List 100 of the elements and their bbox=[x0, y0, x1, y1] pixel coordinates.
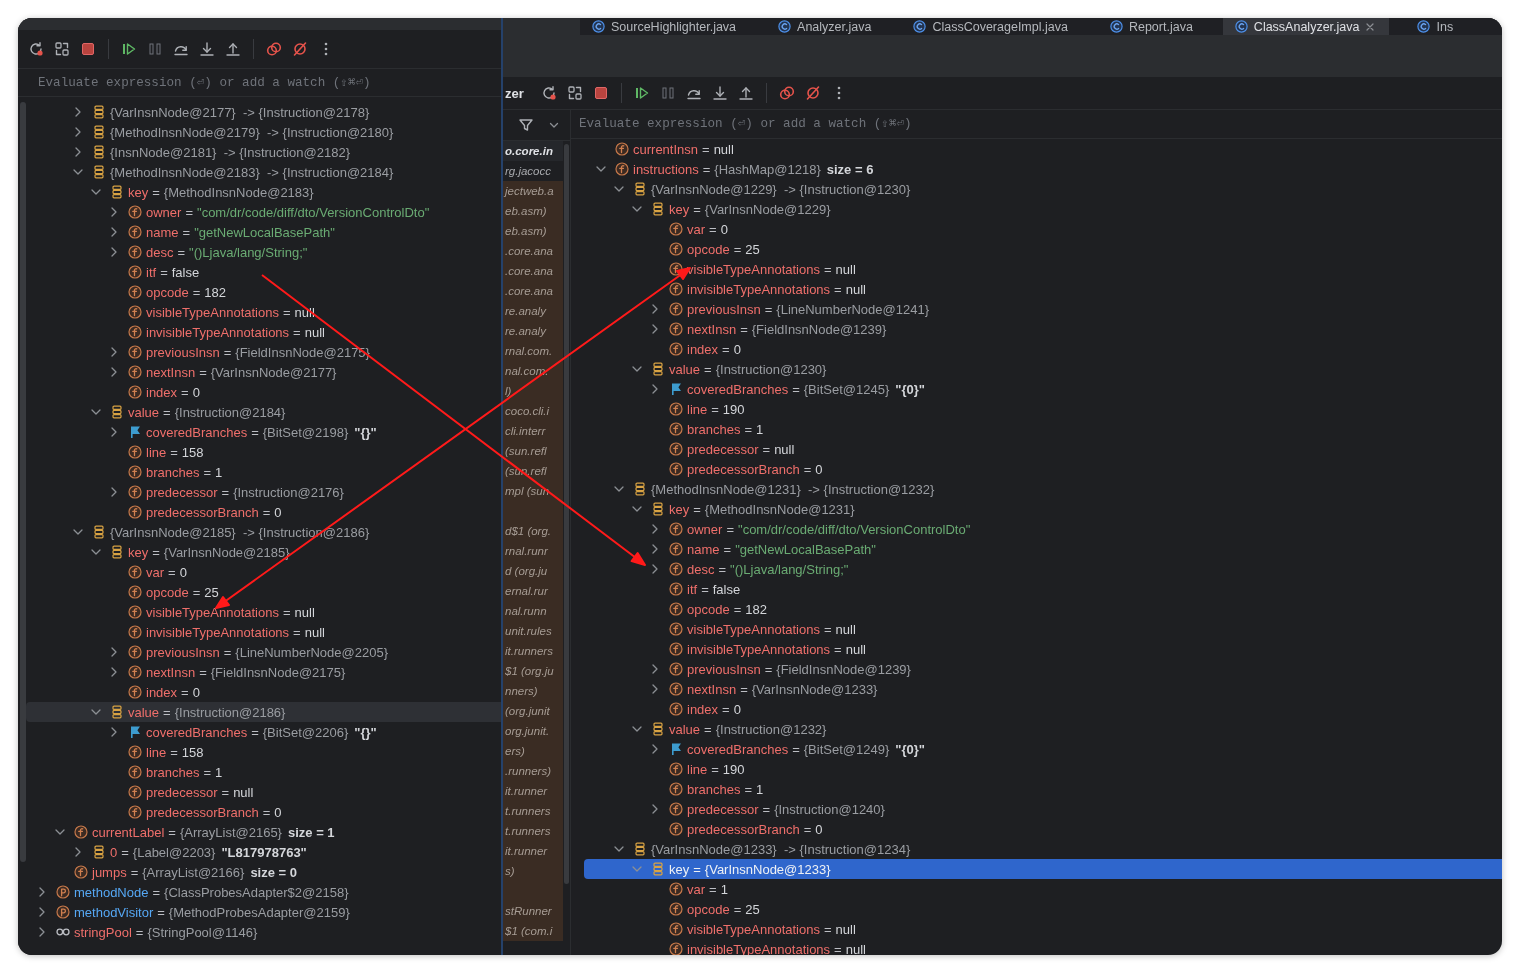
tree-item[interactable]: visibleTypeAnnotations = null bbox=[584, 619, 1502, 639]
tree-item[interactable]: nextInsn = {VarInsnNode@2177} bbox=[26, 362, 501, 382]
tree-item[interactable]: methodVisitor = {MethodProbesAdapter@2159} bbox=[26, 902, 501, 922]
editor-tab[interactable]: Ins bbox=[1405, 18, 1468, 35]
frame-item[interactable]: .core.ana bbox=[503, 241, 563, 261]
tree-item[interactable]: predecessorBranch = 0 bbox=[26, 802, 501, 822]
tree-item[interactable]: owner = "com/dr/code/diff/dto/VersionControlDto" bbox=[26, 202, 501, 222]
tree-item[interactable]: predecessor = {Instruction@2176} bbox=[26, 482, 501, 502]
stop-icon[interactable] bbox=[593, 85, 609, 101]
frame-item[interactable]: nal.com. bbox=[503, 361, 563, 381]
tree-item[interactable]: key = {VarInsnNode@1229} bbox=[584, 199, 1502, 219]
editor-tab[interactable]: Analyzer.java bbox=[766, 18, 886, 35]
tree-item[interactable]: index = 0 bbox=[26, 682, 501, 702]
panel-title[interactable]: zer bbox=[503, 85, 531, 101]
tree-item[interactable]: currentInsn = null bbox=[584, 139, 1502, 159]
frame-item[interactable]: rg.jacocc bbox=[503, 161, 563, 181]
step-into-icon[interactable] bbox=[199, 41, 215, 57]
tree-item[interactable]: index = 0 bbox=[584, 699, 1502, 719]
editor-tab[interactable]: SourceHighlighter.java bbox=[580, 18, 751, 35]
tree-item[interactable]: coveredBranches = {BitSet@1245} "{0}" bbox=[584, 379, 1502, 399]
restore-layout-icon[interactable] bbox=[54, 41, 70, 57]
tree-item[interactable]: predecessor = null bbox=[26, 782, 501, 802]
editor-tab[interactable]: Report.java bbox=[1097, 18, 1207, 35]
frame-item[interactable]: it.runner bbox=[503, 781, 563, 801]
tree-item[interactable]: {InsnNode@2181} -> {Instruction@2182} bbox=[26, 142, 501, 162]
scrollbar[interactable] bbox=[564, 144, 569, 884]
tree-item[interactable]: predecessorBranch = 0 bbox=[26, 502, 501, 522]
tree-item[interactable]: invisibleTypeAnnotations = null bbox=[26, 322, 501, 342]
frame-item[interactable]: org.junit. bbox=[503, 721, 563, 741]
evaluate-field[interactable]: Evaluate expression (⏎) or add a watch (⇧⌘⏎) bbox=[18, 68, 501, 97]
tree-item[interactable]: coveredBranches = {BitSet@1249} "{0}" bbox=[584, 739, 1502, 759]
tree-item[interactable]: predecessorBranch = 0 bbox=[584, 819, 1502, 839]
tree-item[interactable]: itf = false bbox=[584, 579, 1502, 599]
step-out-icon[interactable] bbox=[225, 41, 241, 57]
frame-item[interactable]: re.analy bbox=[503, 301, 563, 321]
frame-item[interactable]: .runners) bbox=[503, 761, 563, 781]
frame-item[interactable]: ers) bbox=[503, 741, 563, 761]
tree-item[interactable]: {VarInsnNode@2177} -> {Instruction@2178} bbox=[26, 102, 501, 122]
frame-item[interactable]: rnal.runr bbox=[503, 541, 563, 561]
frame-item[interactable]: (org.junit bbox=[503, 701, 563, 721]
tree-item[interactable]: branches = 1 bbox=[26, 462, 501, 482]
tree-item[interactable]: predecessorBranch = 0 bbox=[584, 459, 1502, 479]
tree-item[interactable]: jumps = {ArrayList@2166} size = 0 bbox=[26, 862, 501, 882]
resume-icon[interactable] bbox=[634, 85, 650, 101]
tree-item[interactable]: line = 190 bbox=[584, 759, 1502, 779]
tree-item[interactable]: desc = "()Ljava/lang/String;" bbox=[26, 242, 501, 262]
tree-item[interactable]: invisibleTypeAnnotations = null bbox=[584, 639, 1502, 659]
tree-item[interactable]: key = {MethodInsnNode@2183} bbox=[26, 182, 501, 202]
tree-item[interactable]: key = {MethodInsnNode@1231} bbox=[584, 499, 1502, 519]
tree-item[interactable]: coveredBranches = {BitSet@2198} "{}" bbox=[26, 422, 501, 442]
frame-item[interactable]: .core.ana bbox=[503, 261, 563, 281]
tree-item[interactable]: var = 0 bbox=[584, 219, 1502, 239]
tree-item[interactable]: itf = false bbox=[26, 262, 501, 282]
frame-item[interactable]: o.core.in bbox=[503, 141, 563, 161]
tree-item[interactable]: name = "getNewLocalBasePath" bbox=[26, 222, 501, 242]
tree-item[interactable]: value = {Instruction@1230} bbox=[584, 359, 1502, 379]
frame-item[interactable]: it.runner bbox=[503, 841, 563, 861]
frame-item[interactable]: mpl (sun bbox=[503, 481, 563, 501]
tree-item[interactable]: var = 1 bbox=[584, 879, 1502, 899]
resume-icon[interactable] bbox=[121, 41, 137, 57]
evaluate-field[interactable]: Evaluate expression (⏎) or add a watch (⇧⌘⏎) bbox=[571, 110, 1502, 139]
filter-icon[interactable] bbox=[518, 117, 534, 133]
tree-item[interactable]: opcode = 182 bbox=[584, 599, 1502, 619]
tree-item[interactable]: name = "getNewLocalBasePath" bbox=[584, 539, 1502, 559]
frame-item[interactable]: s) bbox=[503, 861, 563, 881]
tree-item[interactable]: predecessor = null bbox=[584, 439, 1502, 459]
editor-tab[interactable]: ClassAnalyzer.java bbox=[1222, 18, 1390, 35]
tree-item[interactable]: instructions = {HashMap@1218} size = 6 bbox=[584, 159, 1502, 179]
tree-item[interactable]: nextInsn = {FieldInsnNode@1239} bbox=[584, 319, 1502, 339]
tree-item[interactable]: {MethodInsnNode@1231} -> {Instruction@1232} bbox=[584, 479, 1502, 499]
stop-icon[interactable] bbox=[80, 41, 96, 57]
tree-item[interactable]: coveredBranches = {BitSet@2206} "{}" bbox=[26, 722, 501, 742]
tree-item[interactable]: {MethodInsnNode@2183} -> {Instruction@2184} bbox=[26, 162, 501, 182]
frame-item[interactable]: l) bbox=[503, 381, 563, 401]
frame-item[interactable]: nal.runn bbox=[503, 601, 563, 621]
tree-item[interactable]: opcode = 182 bbox=[26, 282, 501, 302]
tree-item[interactable]: 0 = {Label@2203} "L817978763" bbox=[26, 842, 501, 862]
tree-item[interactable]: branches = 1 bbox=[26, 762, 501, 782]
tree-item[interactable]: line = 158 bbox=[26, 742, 501, 762]
tree-item[interactable]: index = 0 bbox=[584, 339, 1502, 359]
tree-item[interactable]: desc = "()Ljava/lang/String;" bbox=[584, 559, 1502, 579]
frame-item[interactable]: rnal.com. bbox=[503, 341, 563, 361]
tree-item[interactable]: visibleTypeAnnotations = null bbox=[584, 919, 1502, 939]
tree-item[interactable]: visibleTypeAnnotations = null bbox=[26, 602, 501, 622]
tree-item[interactable]: previousInsn = {LineNumberNode@1241} bbox=[584, 299, 1502, 319]
frame-item[interactable]: d$1 (org. bbox=[503, 521, 563, 541]
frame-item[interactable]: (sun.refl bbox=[503, 441, 563, 461]
frame-item[interactable]: $1 (org.ju bbox=[503, 661, 563, 681]
tree-item[interactable]: invisibleTypeAnnotations = null bbox=[26, 622, 501, 642]
frame-item[interactable]: nners) bbox=[503, 681, 563, 701]
tree-item[interactable]: invisibleTypeAnnotations = null bbox=[584, 279, 1502, 299]
tree-item[interactable]: var = 0 bbox=[26, 562, 501, 582]
tree-item[interactable]: index = 0 bbox=[26, 382, 501, 402]
pause-icon[interactable] bbox=[660, 85, 676, 101]
tree-item[interactable]: branches = 1 bbox=[584, 779, 1502, 799]
frame-item[interactable]: cli.interr bbox=[503, 421, 563, 441]
tree-item[interactable]: opcode = 25 bbox=[26, 582, 501, 602]
frame-item[interactable]: coco.cli.i bbox=[503, 401, 563, 421]
tree-item[interactable]: line = 158 bbox=[26, 442, 501, 462]
restore-layout-icon[interactable] bbox=[567, 85, 583, 101]
